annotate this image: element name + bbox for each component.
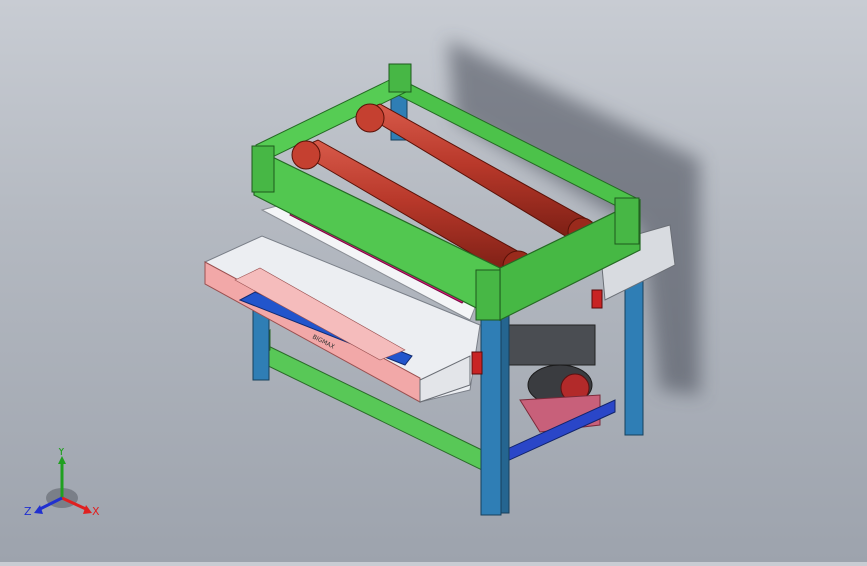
leg-front-right — [480, 299, 502, 516]
corner-post-front — [475, 269, 501, 321]
triad-y-label: Y — [57, 448, 65, 458]
cad-viewport[interactable]: BIGMAX — [0, 0, 867, 562]
corner-post-right — [614, 197, 640, 245]
coordinate-triad: Y X Z — [22, 445, 104, 524]
leg-front-right-side — [500, 304, 510, 514]
corner-post-back — [388, 63, 412, 93]
bracket-left — [471, 351, 483, 375]
bracket-right — [591, 289, 603, 309]
triad-x-label: X — [92, 505, 100, 518]
corner-post-left — [251, 145, 275, 193]
model-canvas[interactable]: BIGMAX — [0, 0, 867, 562]
triad-z-label: Z — [24, 505, 32, 518]
